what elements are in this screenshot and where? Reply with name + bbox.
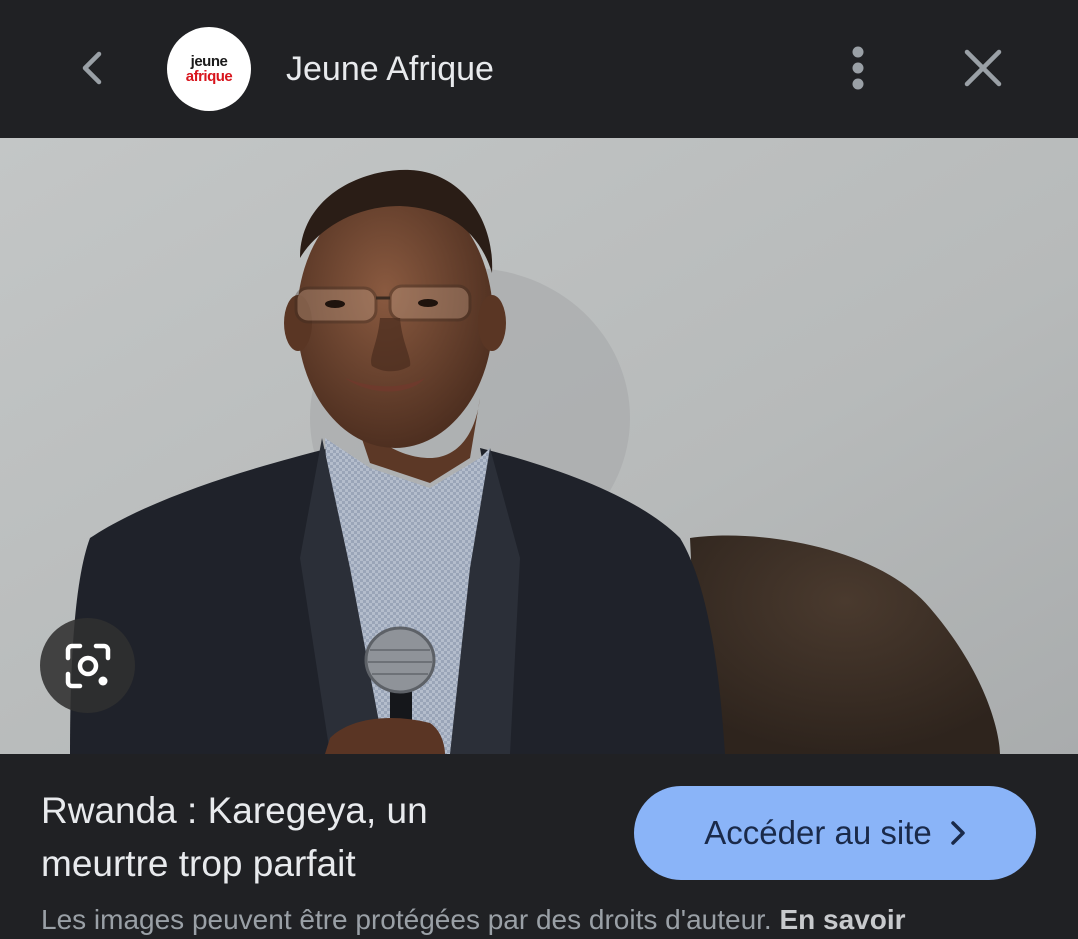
lens-search-icon (62, 640, 114, 692)
disclaimer-text: Les images peuvent être protégées par de… (41, 904, 772, 935)
visit-site-label: Accéder au site (704, 814, 932, 851)
logo-text-afrique: afrique (185, 68, 233, 85)
chevron-right-icon (950, 820, 966, 846)
back-button[interactable] (66, 44, 118, 96)
site-name: Jeune Afrique (286, 50, 494, 88)
close-icon (963, 48, 1003, 93)
result-image[interactable] (0, 138, 1078, 754)
chevron-left-icon (77, 48, 107, 93)
photo-illustration (0, 138, 1078, 754)
more-vertical-icon (851, 45, 865, 96)
copyright-disclaimer: Les images peuvent être protégées par de… (41, 902, 1078, 939)
result-info-panel: Rwanda : Karegeya, un meurtre trop parfa… (0, 754, 1078, 939)
logo-text-jeune: jeune (190, 53, 228, 70)
visit-site-button[interactable]: Accéder au site (634, 786, 1036, 880)
lens-search-button[interactable] (40, 618, 135, 713)
more-options-button[interactable] (832, 44, 884, 96)
result-title[interactable]: Rwanda : Karegeya, un meurtre trop parfa… (41, 784, 561, 890)
viewer-header: jeune afrique Jeune Afrique (0, 0, 1078, 138)
close-button[interactable] (956, 43, 1010, 97)
learn-more-link[interactable]: En savoir (779, 904, 905, 935)
site-logo: jeune afrique (167, 27, 251, 111)
image-viewer-page: jeune afrique Jeune Afrique Rwanda: Kar… (0, 0, 1078, 939)
